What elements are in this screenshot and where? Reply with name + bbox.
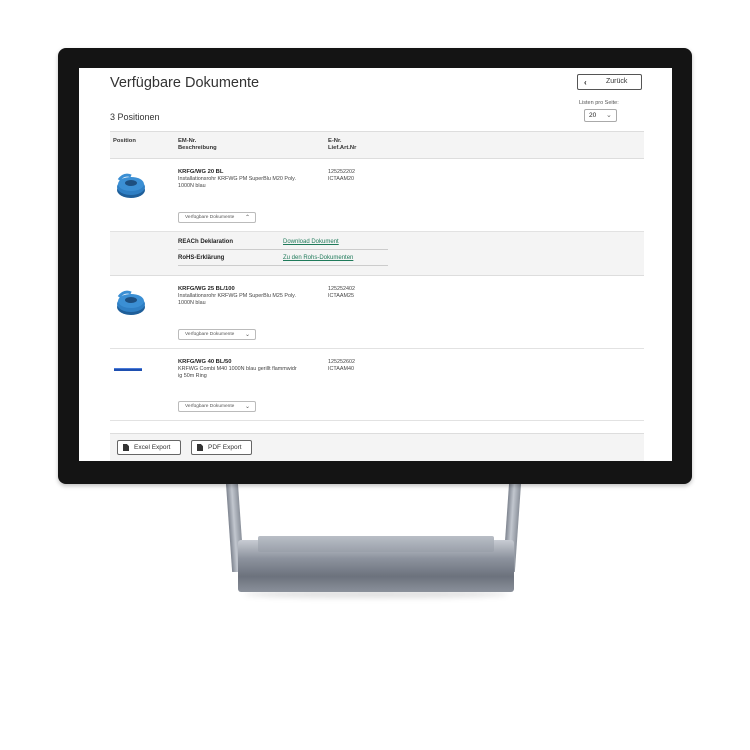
back-button[interactable]: ‹ Zurück — [577, 74, 642, 90]
available-documents-label: Verfügbare Dokumente — [185, 332, 235, 337]
product-coil-image — [117, 290, 145, 315]
available-documents-button[interactable]: Verfügbare Dokumente ⌃ — [178, 212, 256, 223]
document-icon — [197, 444, 203, 451]
header-em-nr: EM-Nr. — [178, 138, 197, 144]
product-pipe-image — [114, 368, 142, 371]
stand-base-top — [258, 536, 494, 552]
excel-export-label: Excel Export — [134, 444, 171, 451]
chevron-up-icon: ⌃ — [245, 215, 251, 221]
table-row: KRFG/WG 20 BL Installationsrohr KRFWG PM… — [110, 159, 644, 232]
header-position: Position — [113, 138, 136, 144]
download-document-link[interactable]: Download Dokument — [283, 239, 339, 245]
item-lief-nr-value: ICTAAM20 — [328, 176, 354, 182]
item-e-nr: 125252202 ICTAAM20 — [328, 169, 355, 183]
document-row: RoHS-Erklärung Zu den Rohs-Dokumenten — [178, 252, 388, 266]
item-lief-nr-value: ICTAAM40 — [328, 366, 354, 372]
table-header: Position EM-Nr. Beschreibung E-Nr. Lief.… — [110, 131, 644, 159]
table-row: KRFG/WG 25 BL/100 Installationsrohr KRFW… — [110, 276, 644, 349]
item-e-nr-value: 125252602 — [328, 359, 355, 365]
header-lief-art-nr: Lief.Art.Nr — [328, 145, 357, 151]
available-documents-button[interactable]: Verfügbare Dokumente ⌄ — [178, 401, 256, 412]
item-e-nr: 125252602 ICTAAM40 — [328, 359, 355, 373]
item-description-line: Installationsrohr KRFWG PM SuperBlu M25 … — [178, 293, 296, 299]
table-row: KRFG/WG 40 BL/50 KRFWG Combi M40 1000N b… — [110, 349, 644, 421]
item-e-nr: 125252402 ICTAAM25 — [328, 286, 355, 300]
header-beschreibung: Beschreibung — [178, 145, 217, 151]
monitor-screen: Verfügbare Dokumente ‹ Zurück Listen pro… — [79, 68, 672, 461]
document-name: RoHS-Erklärung — [178, 255, 225, 261]
per-page-value: 20 — [589, 112, 597, 119]
chevron-down-icon: ⌄ — [606, 112, 612, 119]
item-name: KRFG/WG 40 BL/50 — [178, 359, 232, 365]
item-description-line: Installationsrohr KRFWG PM SuperBlu M20 … — [178, 176, 296, 182]
product-coil-image — [117, 173, 145, 198]
chevron-down-icon: ⌄ — [245, 332, 251, 338]
item-description-line: 1000N blau — [178, 183, 206, 189]
pdf-export-label: PDF Export — [208, 444, 242, 451]
item-e-nr-value: 125252202 — [328, 169, 355, 175]
document-icon — [123, 444, 129, 451]
item-description-line: ig 50m Ring — [178, 373, 207, 379]
chevron-down-icon: ⌄ — [245, 404, 251, 410]
item-description: KRFWG Combi M40 1000N blau gerillt flamm… — [178, 366, 323, 380]
pdf-export-button[interactable]: PDF Export — [191, 440, 252, 455]
rohs-documents-link[interactable]: Zu den Rohs-Dokumenten — [283, 255, 353, 261]
header-e-nr: E-Nr. — [328, 138, 342, 144]
item-description: Installationsrohr KRFWG PM SuperBlu M20 … — [178, 176, 323, 190]
export-bar: Excel Export PDF Export — [110, 433, 644, 461]
item-description: Installationsrohr KRFWG PM SuperBlu M25 … — [178, 293, 323, 307]
per-page-select[interactable]: 20 ⌄ — [584, 109, 617, 122]
available-documents-label: Verfügbare Dokumente — [185, 215, 235, 220]
available-documents-label: Verfügbare Dokumente — [185, 404, 235, 409]
item-e-nr-value: 125252402 — [328, 286, 355, 292]
page-title: Verfügbare Dokumente — [110, 75, 260, 91]
item-name: KRFG/WG 25 BL/100 — [178, 286, 235, 292]
chevron-left-icon: ‹ — [584, 78, 587, 87]
item-description-line: 1000N blau — [178, 300, 206, 306]
per-page-label: Listen pro Seite: — [579, 100, 619, 106]
document-name: REACh Deklaration — [178, 239, 234, 245]
documents-panel: REACh Deklaration Download Dokument RoHS… — [110, 232, 644, 276]
item-description-line: KRFWG Combi M40 1000N blau gerillt flamm… — [178, 366, 297, 372]
item-name: KRFG/WG 20 BL — [178, 169, 224, 175]
excel-export-button[interactable]: Excel Export — [117, 440, 181, 455]
back-button-label: Zurück — [606, 78, 628, 85]
item-lief-nr-value: ICTAAM25 — [328, 293, 354, 299]
document-row: REACh Deklaration Download Dokument — [178, 236, 388, 250]
result-count: 3 Positionen — [110, 112, 160, 122]
available-documents-button[interactable]: Verfügbare Dokumente ⌄ — [178, 329, 256, 340]
